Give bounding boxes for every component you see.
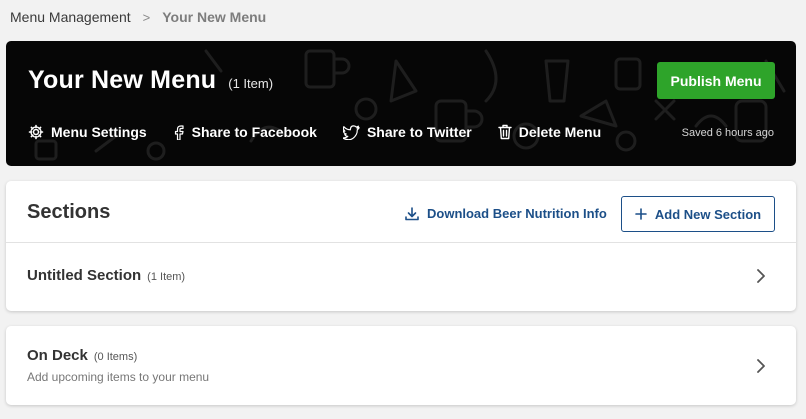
- on-deck-card[interactable]: On Deck (0 Items) Add upcoming items to …: [6, 326, 796, 405]
- breadcrumb-current: Your New Menu: [162, 9, 267, 25]
- sections-title: Sections: [27, 201, 111, 223]
- section-item-count: (1 Item): [147, 271, 186, 283]
- delete-menu-label: Delete Menu: [518, 124, 602, 140]
- beer-pattern-background: [34, 49, 786, 161]
- share-twitter-button[interactable]: Share to Twitter: [342, 124, 472, 140]
- section-title: Untitled Section: [27, 267, 142, 284]
- sections-header: Sections Download Beer Nutrition Info Ad…: [6, 181, 796, 243]
- breadcrumb: Menu Management > Your New Menu: [10, 9, 266, 25]
- on-deck-title-line: On Deck (0 Items): [27, 347, 137, 364]
- download-nutrition-link[interactable]: Download Beer Nutrition Info: [405, 206, 607, 221]
- chevron-right-icon[interactable]: [756, 268, 766, 284]
- section-row-untitled[interactable]: Untitled Section (1 Item): [6, 243, 796, 309]
- share-facebook-label: Share to Facebook: [191, 124, 317, 140]
- menu-settings-button[interactable]: Menu Settings: [28, 124, 147, 140]
- menu-item-count: (1 Item): [228, 76, 274, 91]
- menu-settings-label: Menu Settings: [51, 124, 147, 140]
- on-deck-subtitle: Add upcoming items to your menu: [27, 370, 210, 384]
- share-twitter-label: Share to Twitter: [366, 124, 472, 140]
- chevron-right-icon[interactable]: [756, 358, 766, 374]
- menu-actions: Menu Settings Share to Facebook Share to…: [28, 124, 627, 140]
- download-nutrition-label: Download Beer Nutrition Info: [427, 206, 607, 221]
- share-facebook-button[interactable]: Share to Facebook: [173, 124, 317, 140]
- gear-icon: [28, 124, 44, 140]
- menu-header-banner: Your New Menu (1 Item) Publish Menu Menu…: [6, 41, 796, 166]
- breadcrumb-separator: >: [142, 9, 151, 25]
- menu-title: Your New Menu: [28, 66, 217, 94]
- publish-menu-button[interactable]: Publish Menu: [657, 62, 775, 99]
- twitter-icon: [342, 124, 360, 140]
- section-title-line: Untitled Section (1 Item): [27, 267, 185, 284]
- facebook-icon: [174, 125, 184, 140]
- add-new-section-button[interactable]: Add New Section: [621, 196, 775, 232]
- add-new-section-label: Add New Section: [654, 206, 762, 222]
- breadcrumb-menu-management[interactable]: Menu Management: [10, 9, 131, 25]
- trash-icon: [498, 124, 512, 140]
- on-deck-title: On Deck: [27, 347, 88, 364]
- delete-menu-button[interactable]: Delete Menu: [498, 124, 601, 140]
- download-icon: [405, 206, 419, 220]
- plus-icon: [635, 208, 647, 220]
- hero-title-row: Your New Menu (1 Item): [28, 66, 273, 95]
- on-deck-item-count: (0 Items): [93, 351, 138, 363]
- sections-card: Sections Download Beer Nutrition Info Ad…: [6, 181, 796, 311]
- saved-status: Saved 6 hours ago: [681, 127, 774, 139]
